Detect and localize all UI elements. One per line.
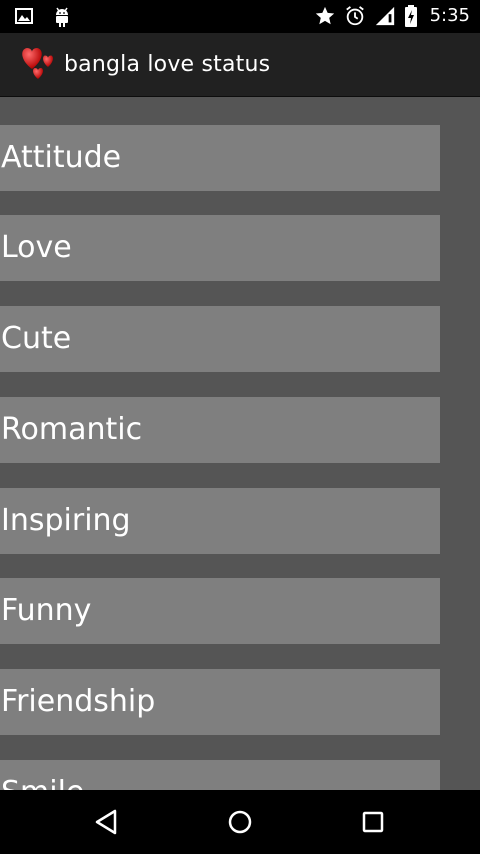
list-item-inspiring[interactable]: Inspiring bbox=[0, 488, 440, 554]
list-item-attitude[interactable]: Attitude bbox=[0, 125, 440, 191]
signal-icon bbox=[374, 5, 396, 27]
home-icon[interactable] bbox=[222, 804, 258, 840]
navigation-bar bbox=[0, 790, 480, 854]
list-item-smile[interactable]: Smile bbox=[0, 760, 440, 790]
battery-icon bbox=[404, 5, 420, 27]
recents-icon[interactable] bbox=[355, 804, 391, 840]
hearts-icon[interactable] bbox=[16, 43, 60, 87]
alarm-icon bbox=[344, 5, 366, 27]
status-right-icons: 5:35 bbox=[314, 4, 470, 28]
status-time: 5:35 bbox=[429, 5, 470, 26]
status-left-icons bbox=[14, 6, 74, 28]
list-item-love[interactable]: Love bbox=[0, 215, 440, 281]
status-bar: 5:35 bbox=[0, 0, 480, 33]
action-bar: bangla love status bbox=[0, 33, 480, 97]
android-icon bbox=[52, 6, 74, 28]
list-item-funny[interactable]: Funny bbox=[0, 578, 440, 644]
list-item-friendship[interactable]: Friendship bbox=[0, 669, 440, 735]
list-item-cute[interactable]: Cute bbox=[0, 306, 440, 372]
star-icon bbox=[314, 5, 336, 27]
app-title: bangla love status bbox=[64, 52, 271, 77]
back-icon[interactable] bbox=[89, 804, 125, 840]
image-icon bbox=[14, 6, 36, 28]
list-item-romantic[interactable]: Romantic bbox=[0, 397, 440, 463]
category-list[interactable]: Attitude Love Cute Romantic Inspiring Fu… bbox=[0, 97, 480, 790]
app-screen: 5:35 bangla love status Attitude Love Cu… bbox=[0, 0, 480, 854]
